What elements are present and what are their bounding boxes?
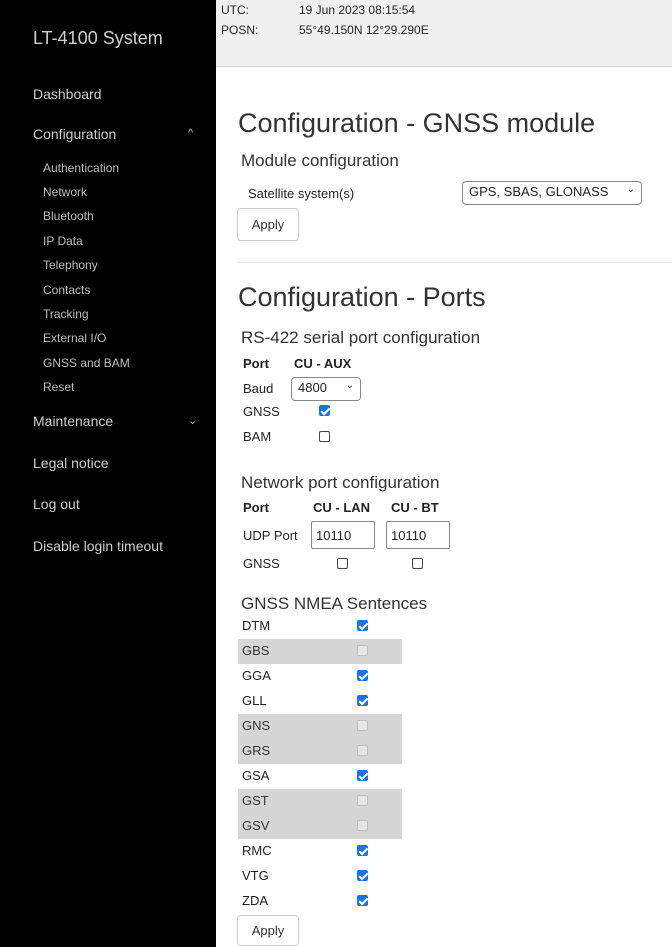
apply-module-button[interactable]: Apply	[237, 208, 299, 241]
nmea-sentence-name: GNS	[242, 718, 271, 733]
utc-value: 19 Jun 2023 08:15:54	[299, 3, 416, 17]
nmea-gns-checkbox	[357, 720, 368, 731]
nav-disable-login-timeout[interactable]: Disable login timeout	[33, 538, 163, 554]
nmea-sentence-name: GBS	[242, 643, 270, 658]
page-title-ports: Configuration - Ports	[238, 282, 486, 312]
nmea-sentence-name: GSV	[242, 818, 270, 833]
nmea-row: DTM	[238, 614, 402, 639]
nmea-vtg-checkbox[interactable]	[357, 870, 368, 881]
nmea-sentence-name: RMC	[242, 843, 272, 858]
bam-checkbox[interactable]	[319, 431, 330, 442]
rs422-heading: RS-422 serial port configuration	[241, 328, 481, 347]
app-title: LT-4100 System	[33, 28, 163, 48]
nmea-row: GNS	[238, 714, 402, 739]
module-config-heading: Module configuration	[241, 151, 399, 170]
cu-lan-header: CU - LAN	[313, 500, 371, 515]
posn-label: POSN:	[221, 23, 259, 37]
nmea-row: VTG	[238, 864, 402, 889]
nav-configuration[interactable]: Configuration	[33, 126, 116, 142]
network-gnss-lan-checkbox[interactable]	[337, 558, 348, 569]
nmea-row: RMC	[238, 839, 402, 864]
nav-gnss-and-bam[interactable]: GNSS and BAM	[43, 356, 130, 370]
nmea-gsa-checkbox[interactable]	[357, 770, 368, 781]
network-heading: Network port configuration	[241, 473, 440, 492]
nav-network[interactable]: Network	[43, 185, 87, 199]
rs422-gnss-label: GNSS	[243, 404, 280, 419]
nmea-row: ZDA	[238, 889, 402, 914]
nav-external-io[interactable]: External I/O	[43, 331, 106, 345]
sidebar: LT-4100 System Dashboard Configuration ^…	[0, 0, 216, 947]
nav-ip-data[interactable]: IP Data	[43, 234, 83, 248]
chevron-down-icon[interactable]: ⌄	[188, 414, 197, 427]
nav-tracking[interactable]: Tracking	[43, 307, 89, 321]
nmea-row: GSA	[238, 764, 402, 789]
nmea-gll-checkbox[interactable]	[357, 695, 368, 706]
udp-port-lan-input[interactable]	[311, 521, 375, 549]
nmea-rmc-checkbox[interactable]	[357, 845, 368, 856]
nmea-sentence-name: GLL	[242, 693, 267, 708]
chevron-down-icon: ⌄	[626, 184, 635, 195]
nmea-zda-checkbox[interactable]	[357, 895, 368, 906]
divider	[238, 262, 672, 263]
nmea-sentence-name: GST	[242, 793, 269, 808]
nmea-row: GBS	[238, 639, 402, 664]
baud-label: Baud	[243, 381, 274, 396]
nmea-sentence-name: GRS	[242, 743, 271, 758]
nmea-row: GLL	[238, 689, 402, 714]
nmea-sentence-name: GGA	[242, 668, 271, 683]
posn-value: 55°49.150N 12°29.290E	[299, 23, 429, 37]
nmea-dtm-checkbox[interactable]	[357, 620, 368, 631]
nmea-sentence-name: VTG	[242, 868, 269, 883]
nav-bluetooth[interactable]: Bluetooth	[43, 209, 94, 223]
nmea-gst-checkbox	[357, 795, 368, 806]
nmea-row: GST	[238, 789, 402, 814]
network-gnss-bt-checkbox[interactable]	[412, 558, 423, 569]
udp-port-label: UDP Port	[243, 528, 298, 543]
status-bar: UTC: 19 Jun 2023 08:15:54 POSN: 55°49.15…	[216, 0, 672, 67]
nmea-grs-checkbox	[357, 745, 368, 756]
cu-aux-header: CU - AUX	[294, 356, 352, 371]
cu-bt-header: CU - BT	[391, 500, 439, 515]
nav-telephony[interactable]: Telephony	[43, 258, 98, 272]
nmea-row: GGA	[238, 664, 402, 689]
chevron-down-icon: ⌄	[345, 380, 354, 391]
chevron-up-icon[interactable]: ^	[188, 127, 193, 139]
utc-label: UTC:	[221, 3, 249, 17]
baud-select[interactable]: 4800 ⌄	[291, 377, 361, 401]
network-port-header: Port	[243, 500, 269, 515]
nav-reset[interactable]: Reset	[43, 380, 74, 394]
network-gnss-label: GNSS	[243, 556, 280, 571]
udp-port-bt-input[interactable]	[386, 521, 450, 549]
nmea-gga-checkbox[interactable]	[357, 670, 368, 681]
rs422-gnss-checkbox[interactable]	[319, 405, 330, 416]
satellite-label: Satellite system(s)	[248, 186, 355, 201]
nmea-heading: GNSS NMEA Sentences	[241, 594, 428, 613]
nmea-row: GRS	[238, 739, 402, 764]
baud-select-value: 4800	[298, 380, 327, 395]
nav-authentication[interactable]: Authentication	[43, 161, 119, 175]
bam-label: BAM	[243, 429, 272, 444]
satellite-select-value: GPS, SBAS, GLONASS	[469, 184, 609, 199]
nav-log-out[interactable]: Log out	[33, 496, 80, 512]
nav-contacts[interactable]: Contacts	[43, 283, 90, 297]
nav-maintenance[interactable]: Maintenance	[33, 413, 113, 429]
nmea-gsv-checkbox	[357, 820, 368, 831]
apply-ports-button[interactable]: Apply	[237, 915, 299, 946]
nav-legal-notice[interactable]: Legal notice	[33, 455, 109, 471]
rs422-port-header: Port	[243, 356, 269, 371]
nmea-sentence-name: DTM	[242, 618, 271, 633]
nav-dashboard[interactable]: Dashboard	[33, 86, 102, 102]
satellite-select[interactable]: GPS, SBAS, GLONASS ⌄	[462, 181, 642, 205]
nmea-gbs-checkbox	[357, 645, 368, 656]
nmea-sentence-name: GSA	[242, 768, 270, 783]
nmea-sentence-name: ZDA	[242, 893, 268, 908]
nmea-row: GSV	[238, 814, 402, 839]
page-title-gnss: Configuration - GNSS module	[238, 108, 596, 138]
